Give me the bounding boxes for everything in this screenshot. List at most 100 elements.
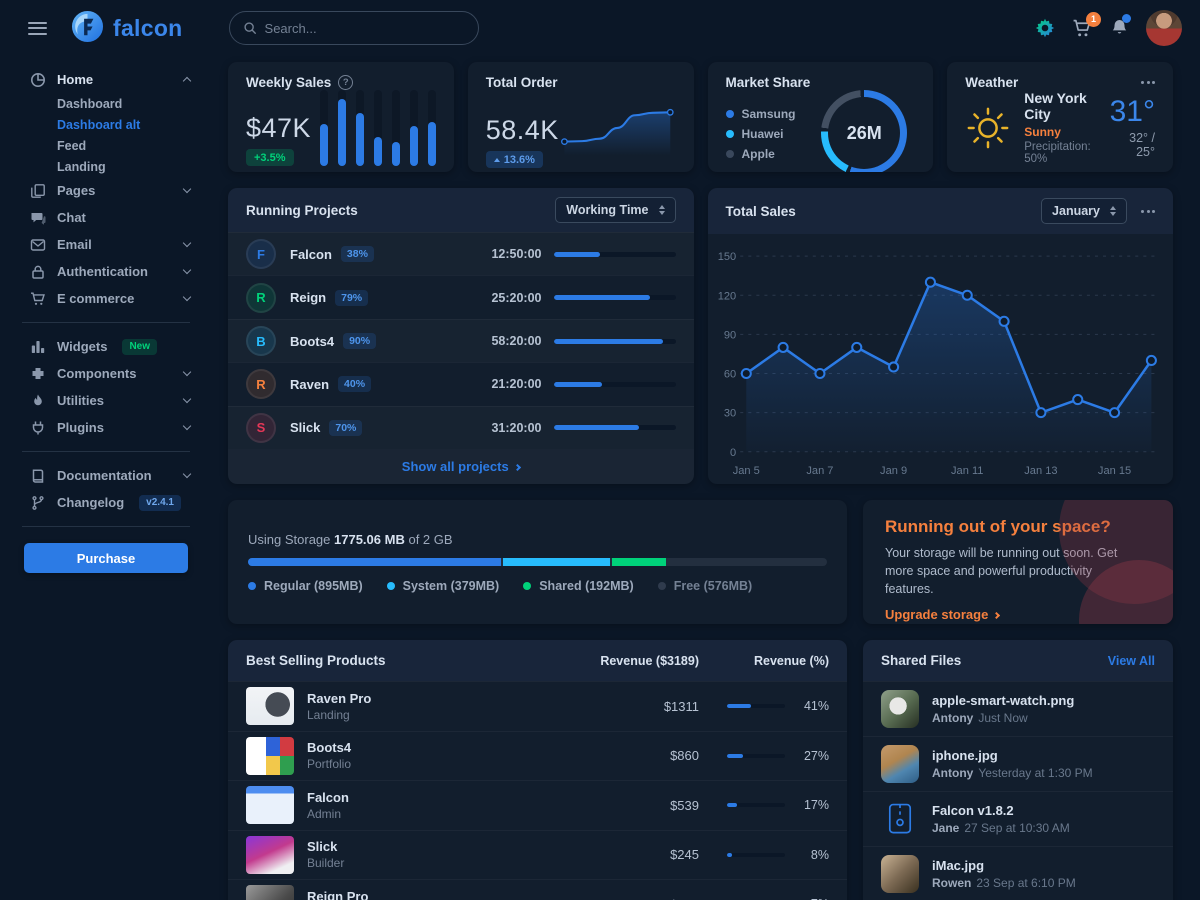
running-projects-title: Running Projects xyxy=(246,203,358,218)
upgrade-storage-link[interactable]: Upgrade storage xyxy=(885,607,999,622)
product-name[interactable]: Boots4 xyxy=(307,740,351,755)
sidebar-item-widgets[interactable]: WidgetsNew xyxy=(0,333,212,360)
archive-file-icon xyxy=(881,800,919,838)
chevron-right-icon xyxy=(993,612,1000,619)
progress-fill xyxy=(554,252,600,257)
file-name[interactable]: iphone.jpg xyxy=(932,748,1093,763)
plugins-icon xyxy=(30,420,46,436)
file-name[interactable]: iMac.jpg xyxy=(932,858,1076,873)
product-category: Landing xyxy=(307,708,371,722)
file-name[interactable]: Falcon v1.8.2 xyxy=(932,803,1070,818)
bar-fill xyxy=(356,113,364,166)
legend-dot xyxy=(726,130,734,138)
svg-text:90: 90 xyxy=(723,329,735,341)
sidebar-item-e-commerce[interactable]: E commerce xyxy=(0,285,212,312)
email-icon xyxy=(30,237,46,253)
progress-fill xyxy=(727,853,732,857)
sidebar-subitem-dashboard[interactable]: Dashboard xyxy=(0,93,212,114)
sidebar-item-label: Home xyxy=(57,72,93,87)
sidebar-item-changelog[interactable]: Changelogv2.4.1 xyxy=(0,489,212,516)
weekly-sales-badge: +3.5% xyxy=(246,149,294,166)
file-row-iphone-jpg[interactable]: iphone.jpgAntonyYesterday at 1:30 PM xyxy=(863,736,1173,791)
storage-legend-item: System (379MB) xyxy=(387,579,500,593)
month-select[interactable]: January xyxy=(1041,198,1127,224)
ellipsis-menu-icon[interactable] xyxy=(1141,77,1155,88)
progress-fill xyxy=(554,425,639,430)
bar-fill xyxy=(338,99,346,166)
sidebar-item-plugins[interactable]: Plugins xyxy=(0,414,212,441)
sidebar-item-email[interactable]: Email xyxy=(0,231,212,258)
sidebar-item-home[interactable]: Home xyxy=(0,66,212,93)
view-all-link[interactable]: View All xyxy=(1108,654,1155,668)
user-avatar[interactable] xyxy=(1146,10,1182,46)
file-thumbnail xyxy=(881,855,919,893)
search-input[interactable] xyxy=(265,21,465,36)
product-name[interactable]: Slick xyxy=(307,839,344,854)
svg-text:60: 60 xyxy=(723,369,735,381)
project-row-slick: SSlick70%31:20:00 xyxy=(228,406,694,449)
help-circle-icon[interactable] xyxy=(338,75,353,90)
file-name[interactable]: apple-smart-watch.png xyxy=(932,693,1074,708)
ellipsis-menu-icon[interactable] xyxy=(1141,206,1155,217)
sidebar-item-label: Authentication xyxy=(57,264,148,279)
cart-count-badge: 1 xyxy=(1086,12,1101,27)
sidebar-item-documentation[interactable]: Documentation xyxy=(0,462,212,489)
hamburger-menu-icon[interactable] xyxy=(28,18,47,38)
total-sales-title: Total Sales xyxy=(726,204,796,219)
sidebar-badge: New xyxy=(122,339,157,355)
file-user: Antony xyxy=(932,711,973,725)
sidebar-item-pages[interactable]: Pages xyxy=(0,177,212,204)
product-name[interactable]: Falcon xyxy=(307,790,349,805)
project-name[interactable]: Falcon xyxy=(290,247,332,262)
product-thumbnail xyxy=(246,687,294,725)
sidebar-item-label: Plugins xyxy=(57,420,104,435)
notifications-bell-icon[interactable] xyxy=(1110,18,1129,38)
legend-label: Huawei xyxy=(742,127,784,141)
sidebar-subitem-dashboard-alt[interactable]: Dashboard alt xyxy=(0,114,212,135)
sidebar-item-label: Changelog xyxy=(57,495,124,510)
settings-gear-icon[interactable] xyxy=(1035,18,1055,38)
storage-segment-system-379mb- xyxy=(503,558,610,566)
bar-fill xyxy=(320,124,328,166)
weather-title: Weather xyxy=(965,75,1018,90)
file-row-falcon-v1-8-2[interactable]: Falcon v1.8.2Jane27 Sep at 10:30 AM xyxy=(863,791,1173,846)
caret-up-icon xyxy=(494,158,500,162)
legend-label: System (379MB) xyxy=(403,579,500,593)
project-avatar: F xyxy=(246,239,276,269)
show-all-projects-link[interactable]: Show all projects xyxy=(228,449,694,484)
sidebar-item-utilities[interactable]: Utilities xyxy=(0,387,212,414)
project-name[interactable]: Boots4 xyxy=(290,334,334,349)
sidebar-item-authentication[interactable]: Authentication xyxy=(0,258,212,285)
falcon-logo[interactable]: falcon xyxy=(71,10,183,46)
total-order-badge: 13.6% xyxy=(486,151,543,168)
product-row-reign-pro: Reign ProAgency$2347% xyxy=(228,879,847,900)
purchase-button[interactable]: Purchase xyxy=(24,543,188,573)
sidebar-item-chat[interactable]: Chat xyxy=(0,204,212,231)
search-box[interactable] xyxy=(229,11,479,45)
sidebar-subitem-landing[interactable]: Landing xyxy=(0,156,212,177)
progress-fill xyxy=(727,754,743,758)
product-row-boots4: Boots4Portfolio$86027% xyxy=(228,731,847,781)
product-name[interactable]: Reign Pro xyxy=(307,889,368,900)
bar xyxy=(356,90,364,166)
weekly-sales-bar-chart xyxy=(320,90,436,166)
bar xyxy=(392,90,400,166)
file-row-imac-jpg[interactable]: iMac.jpg Rowen23 Sep at 6:10 PM xyxy=(863,846,1173,900)
project-avatar: R xyxy=(246,369,276,399)
working-time-select[interactable]: Working Time xyxy=(555,197,675,223)
project-name[interactable]: Reign xyxy=(290,290,326,305)
project-name[interactable]: Slick xyxy=(290,420,320,435)
bar xyxy=(320,90,328,166)
file-row-apple-smart-watch-png[interactable]: apple-smart-watch.pngAntonyJust Now xyxy=(863,681,1173,736)
cart-icon[interactable]: 1 xyxy=(1072,19,1093,38)
file-meta: Rowen23 Sep at 6:10 PM xyxy=(932,876,1076,890)
shared-files-card: Shared Files View All apple-smart-watch.… xyxy=(863,640,1173,900)
sidebar-item-components[interactable]: Components xyxy=(0,360,212,387)
chevron-down-icon xyxy=(183,266,191,274)
project-name[interactable]: Raven xyxy=(290,377,329,392)
best-selling-card: Best Selling Products Revenue ($3189) Re… xyxy=(228,640,847,900)
sidebar-divider xyxy=(22,451,190,452)
product-name[interactable]: Raven Pro xyxy=(307,691,371,706)
weather-city: New York City xyxy=(1024,90,1096,122)
sidebar-subitem-feed[interactable]: Feed xyxy=(0,135,212,156)
